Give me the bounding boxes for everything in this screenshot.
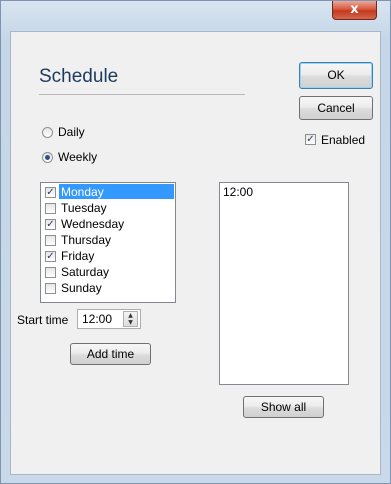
list-item[interactable]: 12:00	[223, 185, 253, 199]
page-title: Schedule	[39, 66, 119, 87]
daily-radio[interactable]	[42, 127, 53, 138]
friday-checkbox[interactable]: ✓	[45, 251, 56, 262]
day-label: Wednesday	[61, 217, 125, 231]
day-item-thursday[interactable]: Thursday	[42, 232, 174, 248]
saturday-checkbox[interactable]	[45, 267, 56, 278]
day-item-monday[interactable]: ✓ Monday	[42, 184, 174, 200]
start-time-input[interactable]: 12:00 ▲ ▼	[77, 309, 141, 329]
day-item-saturday[interactable]: Saturday	[42, 264, 174, 280]
day-item-wednesday[interactable]: ✓ Wednesday	[42, 216, 174, 232]
title-bar: x	[1, 1, 390, 23]
time-listbox[interactable]: 12:00	[219, 182, 349, 385]
day-label: Sunday	[61, 281, 102, 295]
ok-button[interactable]: OK	[299, 62, 373, 89]
day-checklist[interactable]: ✓ Monday Tuesday ✓ Wednesday Thursday ✓ …	[40, 182, 176, 303]
dialog-window: x Schedule OK Cancel ✓ Enabled Daily Wee…	[0, 0, 391, 484]
thursday-checkbox[interactable]	[45, 235, 56, 246]
title-divider	[39, 94, 245, 95]
day-label: Tuesday	[61, 201, 107, 215]
cancel-button[interactable]: Cancel	[299, 96, 373, 120]
day-label: Thursday	[61, 233, 112, 247]
wednesday-checkbox[interactable]: ✓	[45, 219, 56, 230]
day-label: Monday	[61, 185, 104, 199]
weekly-radio[interactable]	[42, 152, 53, 163]
start-time-value: 12:00	[82, 312, 113, 326]
sunday-checkbox[interactable]	[45, 283, 56, 294]
close-button[interactable]: x	[332, 1, 377, 20]
check-icon: ✓	[306, 134, 315, 145]
start-time-label: Start time	[17, 313, 69, 327]
close-icon: x	[350, 2, 359, 17]
client-area: Schedule OK Cancel ✓ Enabled Daily Weekl…	[10, 31, 381, 475]
show-all-button[interactable]: Show all	[243, 396, 324, 418]
check-icon: ✓	[46, 251, 55, 262]
spin-up-icon[interactable]: ▲	[124, 312, 137, 319]
add-time-button[interactable]: Add time	[70, 343, 151, 365]
check-icon: ✓	[46, 219, 55, 230]
check-icon: ✓	[46, 187, 55, 198]
tuesday-checkbox[interactable]	[45, 203, 56, 214]
monday-checkbox[interactable]: ✓	[45, 187, 56, 198]
spin-down-icon[interactable]: ▼	[124, 319, 137, 326]
day-label: Friday	[61, 249, 95, 263]
day-label: Saturday	[61, 265, 110, 279]
radio-selected-dot	[45, 155, 50, 160]
enabled-checkbox[interactable]: ✓	[305, 134, 316, 145]
daily-radio-label[interactable]: Daily	[58, 125, 85, 139]
day-item-tuesday[interactable]: Tuesday	[42, 200, 174, 216]
weekly-radio-label[interactable]: Weekly	[58, 150, 97, 164]
day-item-friday[interactable]: ✓ Friday	[42, 248, 174, 264]
time-spinner[interactable]: ▲ ▼	[123, 311, 138, 327]
enabled-label[interactable]: Enabled	[321, 133, 365, 147]
day-item-sunday[interactable]: Sunday	[42, 280, 174, 296]
